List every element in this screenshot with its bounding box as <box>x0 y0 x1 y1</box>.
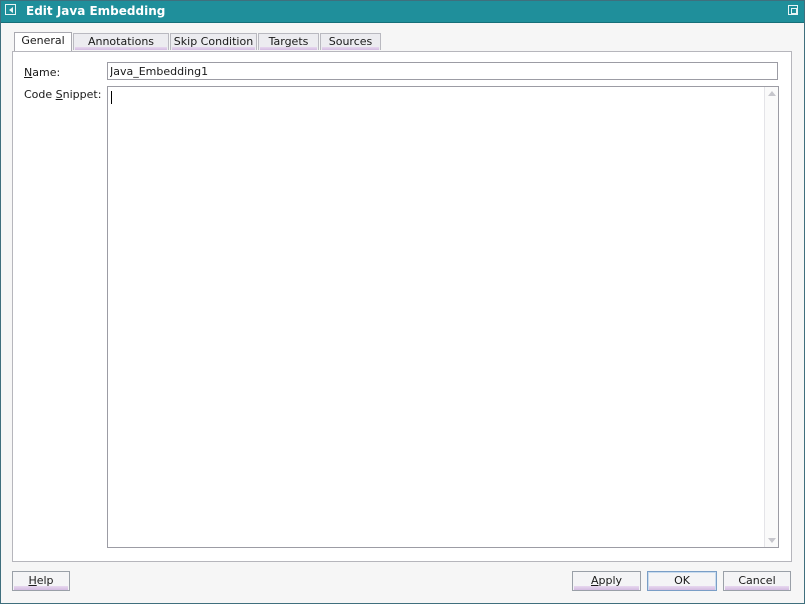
ok-button-label: OK <box>674 574 690 587</box>
tab-sources-label: Sources <box>328 35 373 48</box>
name-label-text: ame: <box>32 66 61 79</box>
name-label: Name: <box>24 66 60 79</box>
scroll-up-arrow-icon[interactable] <box>768 91 776 96</box>
apply-button[interactable]: Apply <box>572 571 641 591</box>
help-button-label: Help <box>28 574 53 587</box>
apply-button-text: pply <box>598 574 623 587</box>
tab-general-label: General <box>21 34 65 47</box>
code-snippet-label-prefix: Code <box>24 88 56 101</box>
tab-sources[interactable]: Sources <box>320 33 381 50</box>
tab-annotations[interactable]: Annotations <box>73 33 169 50</box>
name-input[interactable] <box>107 62 778 80</box>
apply-button-label: Apply <box>591 574 622 587</box>
tab-skip-condition[interactable]: Skip Condition <box>170 33 257 50</box>
cancel-button[interactable]: Cancel <box>723 571 791 591</box>
code-snippet-label: Code Snippet: <box>24 88 101 101</box>
tab-skip-condition-label: Skip Condition <box>173 35 254 48</box>
window-title: Edit Java Embedding <box>26 4 166 18</box>
help-button-mnemonic: H <box>28 574 37 587</box>
code-snippet-editor[interactable] <box>107 86 779 548</box>
code-snippet-label-mnemonic: S <box>55 88 63 101</box>
code-snippet-label-text: nippet: <box>62 88 102 101</box>
name-label-mnemonic: N <box>24 66 33 79</box>
tab-targets[interactable]: Targets <box>258 33 319 50</box>
help-button[interactable]: Help <box>12 571 70 591</box>
tab-targets-label: Targets <box>268 35 309 48</box>
ok-button[interactable]: OK <box>647 571 717 591</box>
tab-annotations-label: Annotations <box>87 35 155 48</box>
apply-button-mnemonic: A <box>590 574 599 587</box>
cancel-button-label: Cancel <box>738 574 776 587</box>
title-bar[interactable]: Edit Java Embedding <box>1 1 804 23</box>
maximize-icon[interactable] <box>788 5 798 15</box>
code-snippet-scrollbar[interactable] <box>764 87 778 547</box>
scroll-down-arrow-icon[interactable] <box>768 538 776 543</box>
help-button-text: elp <box>36 574 54 587</box>
tab-general[interactable]: General <box>14 32 72 51</box>
text-caret <box>111 91 112 104</box>
window-menu-icon[interactable] <box>5 4 16 15</box>
